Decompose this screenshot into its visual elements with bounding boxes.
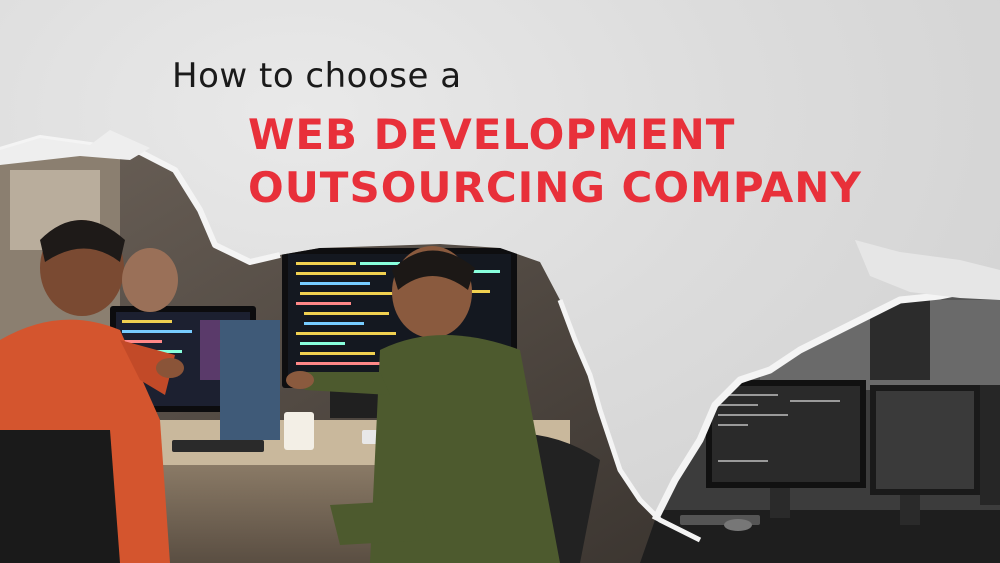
office-photo-collage xyxy=(0,130,1000,563)
main-heading-line-2: OUTSOURCING COMPANY xyxy=(248,163,862,212)
main-heading-line-1: WEB DEVELOPMENT xyxy=(248,110,736,159)
hero-banner: How to choose a WEB DEVELOPMENT OUTSOURC… xyxy=(0,0,1000,563)
intro-heading: How to choose a xyxy=(172,56,462,96)
paper-scrap-right xyxy=(855,240,1000,300)
